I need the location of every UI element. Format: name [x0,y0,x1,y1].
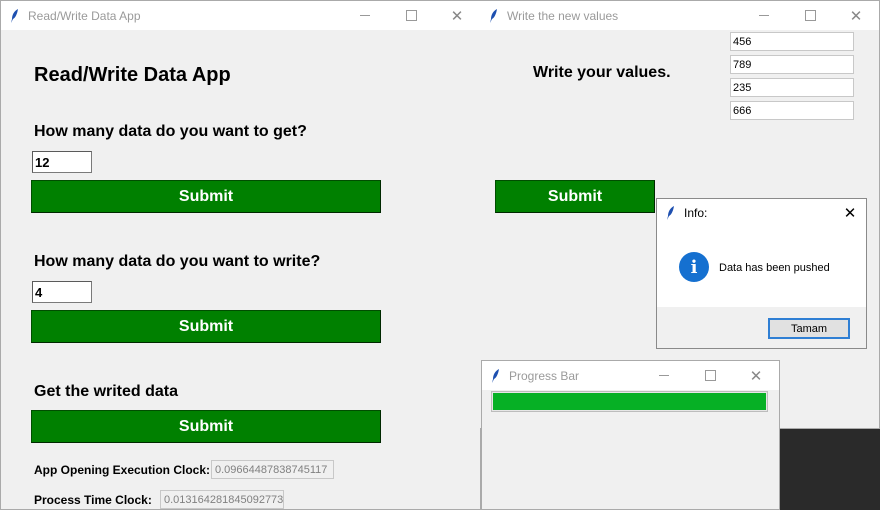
info-dialog-title: Info: [684,206,708,220]
maximize-button[interactable] [388,1,434,30]
info-dialog-titlebar[interactable]: Info: ✕ [657,199,866,227]
maximize-button[interactable] [787,1,833,30]
writed-submit-button[interactable]: Submit [31,410,381,443]
progress-window-title: Progress Bar [509,368,580,383]
feather-icon [11,8,19,23]
desktop-background [780,429,880,510]
value-input-2[interactable]: 789 [730,55,854,74]
write-count-input[interactable]: 4 [32,281,92,303]
info-icon: i [679,252,709,282]
main-window-titlebar[interactable]: Read/Write Data App ✕ [1,1,480,30]
values-prompt: Write your values. [533,64,671,81]
progress-window-titlebar[interactable]: Progress Bar ✕ [482,361,779,390]
values-submit-button[interactable]: Submit [495,180,655,213]
get-data-question: How many data do you want to get? [34,123,307,140]
app-heading: Read/Write Data App [34,64,231,86]
values-window-titlebar[interactable]: Write the new values ✕ [480,1,879,30]
value-input-3[interactable]: 235 [730,78,854,97]
progress-bar-fill [493,393,766,410]
close-button[interactable]: ✕ [834,199,866,227]
main-window-title: Read/Write Data App [28,8,141,23]
get-count-input[interactable]: 12 [32,151,92,173]
info-dialog-body: i Data has been pushed [657,227,866,307]
info-message: Data has been pushed [719,262,830,274]
value-input-1[interactable]: 456 [730,32,854,51]
minimize-button[interactable] [741,1,787,30]
info-dialog: Info: ✕ i Data has been pushed Tamam [656,198,867,349]
opening-clock-value: 0.09664487838745117 [211,460,334,479]
opening-clock-label: App Opening Execution Clock: [34,463,211,477]
values-window-title: Write the new values [507,8,619,23]
minimize-button[interactable] [641,361,687,390]
close-button[interactable]: ✕ [434,1,480,30]
write-submit-button[interactable]: Submit [31,310,381,343]
value-input-4[interactable]: 666 [730,101,854,120]
maximize-button[interactable] [687,361,733,390]
progress-window: Progress Bar ✕ [481,360,780,510]
main-window: Read/Write Data App ✕ Read/Write Data Ap… [0,0,481,510]
feather-icon [490,8,498,23]
feather-icon [667,206,675,220]
tamam-button[interactable]: Tamam [768,318,850,339]
get-submit-button[interactable]: Submit [31,180,381,213]
feather-icon [492,368,500,383]
writed-data-label: Get the writed data [34,383,179,400]
write-data-question: How many data do you want to write? [34,253,321,270]
minimize-button[interactable] [342,1,388,30]
process-clock-value: 0.013164281845092773 [160,490,284,509]
progress-bar [491,391,768,412]
close-button[interactable]: ✕ [833,1,879,30]
close-button[interactable]: ✕ [733,361,779,390]
process-clock-label: Process Time Clock: [34,493,152,507]
